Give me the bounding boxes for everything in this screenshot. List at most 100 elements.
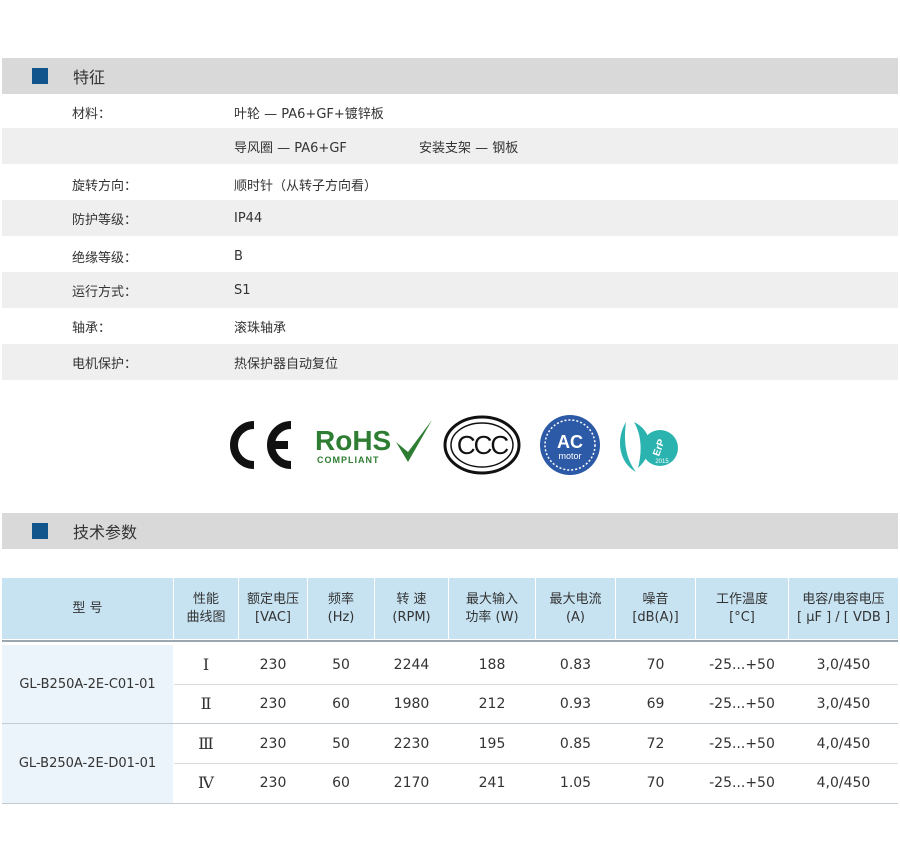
header-line: 噪音 [642,591,669,607]
column-divider [788,578,789,639]
erp-year-text: 2015 [655,459,669,465]
cell-capacitor: 4,0/450 [816,774,871,791]
cell-speed: 2170 [393,774,430,791]
feature-label: 防护等级： [72,212,138,228]
header-line: 额定电压 [246,591,299,607]
cell-frequency: 50 [332,656,350,673]
feature-row-material: 材料： 叶轮 — PA6+GF+镀锌板 [2,94,898,130]
cell-curve: Ⅲ [198,734,214,753]
ce-mark-icon [230,421,292,469]
column-divider [535,578,536,639]
column-divider [374,578,375,639]
cell-temperature: -25...+50 [709,774,775,791]
header-line: 型 号 [72,600,103,616]
cell-capacitor: 3,0/450 [816,695,871,712]
cell-speed: 1980 [393,695,430,712]
certification-logos: RoHS COMPLIANT CCC AC motor ErP 2015 [0,412,900,478]
feature-row-bearing: 轴承： 滚珠轴承 [2,308,898,344]
header-line: 最大输入 [465,591,518,607]
ccc-mark-icon: CCC [443,415,521,475]
cell-power: 188 [478,656,506,673]
header-noise: 噪音 [dB(A)] [616,578,695,639]
column-divider [307,578,308,639]
column-divider [615,578,616,639]
header-line: 最大电流 [549,591,602,607]
cell-noise: 72 [646,735,665,752]
cell-capacitor: 4,0/450 [816,735,871,752]
header-line: [°C] [729,609,755,625]
feature-row-insulation: 绝缘等级： B [2,238,898,274]
cell-curve: Ⅰ [202,655,210,674]
ccc-text: CCC [457,430,509,460]
feature-row-motor-protection: 电机保护： 热保护器自动复位 [2,344,898,380]
cell-power: 212 [478,695,506,712]
feature-value: 叶轮 — PA6+GF+镀锌板 [234,106,384,122]
cell-capacitor: 3,0/450 [816,656,871,673]
header-line: (Hz) [327,609,355,625]
header-temperature: 工作温度 [°C] [696,578,788,639]
column-divider [173,578,174,639]
header-line: [dB(A)] [632,609,679,625]
header-line: 功率 (W) [465,609,519,625]
section-square-icon [32,68,48,84]
header-voltage: 额定电压 [VAC] [239,578,307,639]
cell-temperature: -25...+50 [709,735,775,752]
header-line: 电容/电容电压 [802,591,885,607]
header-line: [VAC] [255,609,291,625]
features-title: 特征 [73,68,106,87]
feature-row-protection: 防护等级： IP44 [2,200,898,236]
header-line: (RPM) [392,609,431,625]
rohs-text: RoHS [315,425,391,456]
header-power: 最大输入 功率 (W) [449,578,535,639]
cell-voltage: 230 [259,774,287,791]
feature-label: 运行方式： [72,284,138,300]
header-line: 频率 [327,591,354,607]
feature-label: 轴承： [72,320,112,336]
feature-label: 旋转方向： [72,178,138,194]
cell-curve: Ⅳ [198,773,214,792]
feature-value: 导风圈 — PA6+GF [234,140,347,156]
feature-value: 热保护器自动复位 [234,356,339,372]
feature-label: 电机保护： [72,356,138,372]
feature-row-rotation: 旋转方向： 顺时针（从转子方向看） [2,166,898,202]
cell-current: 0.85 [559,735,592,752]
cell-frequency: 50 [332,735,350,752]
header-model: 型 号 [2,578,173,639]
column-divider [695,578,696,639]
cell-frequency: 60 [332,774,350,791]
feature-label: 材料： [72,106,112,122]
cell-noise: 70 [646,656,665,673]
feature-row-material-2: 导风圈 — PA6+GF 安装支架 — 钢板 [2,128,898,164]
header-frequency: 频率 (Hz) [308,578,374,639]
cell-power: 195 [478,735,506,752]
model-name-cell: GL-B250A-2E-D01-01 [2,724,173,803]
ac-motor-top-text: AC [557,432,583,452]
table-rule [2,640,898,642]
cell-noise: 70 [646,774,665,791]
header-capacitor: 电容/电容电压 [ μF ] / [ VDB ] [789,578,898,639]
cell-voltage: 230 [259,695,287,712]
header-line: 曲线图 [186,609,226,625]
header-line: 工作温度 [715,591,768,607]
cell-current: 0.83 [559,656,592,673]
feature-label: 绝缘等级： [72,250,138,266]
cell-frequency: 60 [332,695,350,712]
feature-row-operation: 运行方式： S1 [2,272,898,308]
cell-speed: 2230 [393,735,430,752]
cell-power: 241 [478,774,506,791]
cell-voltage: 230 [259,735,287,752]
features-header: 特征 [2,58,898,94]
erp-2015-icon: ErP 2015 [620,422,678,472]
cell-current: 1.05 [559,774,592,791]
header-line: 性能 [192,591,219,607]
header-curve: 性能 曲线图 [174,578,238,639]
feature-value: 滚珠轴承 [234,320,287,336]
column-divider [448,578,449,639]
feature-value: 顺时针（从转子方向看） [234,178,378,194]
feature-value: IP44 [234,210,263,226]
feature-value: B [234,248,243,264]
cell-voltage: 230 [259,656,287,673]
specs-title: 技术参数 [73,523,138,542]
header-speed: 转 速 (RPM) [375,578,448,639]
column-divider [238,578,239,639]
